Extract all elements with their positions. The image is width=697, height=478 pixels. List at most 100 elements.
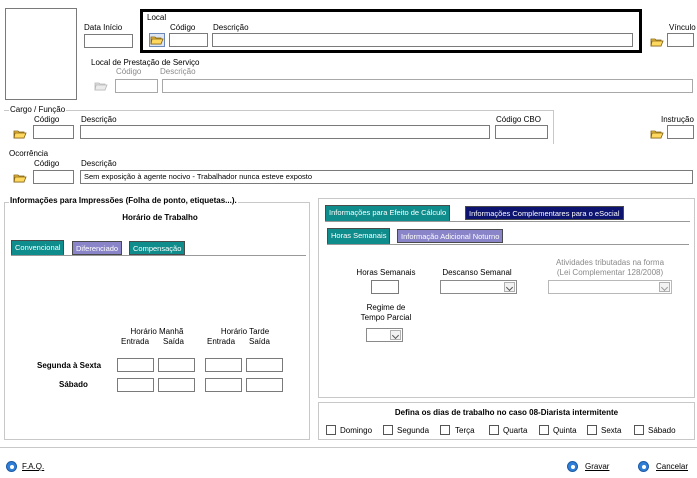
- cargo-cbo-input[interactable]: [495, 125, 548, 139]
- seg-manha-entrada-input[interactable]: [117, 358, 154, 372]
- ocorrencia-legend: Ocorrência: [9, 149, 49, 158]
- sab-manha-saida-input[interactable]: [158, 378, 195, 392]
- label-domingo: Domingo: [340, 426, 373, 435]
- atividades-label-1: Atividades tributadas na forma: [555, 258, 665, 267]
- manha-label: Horário Manhã: [130, 327, 184, 336]
- local-descricao-label: Descrição: [213, 23, 249, 32]
- data-inicio-input[interactable]: [84, 34, 133, 48]
- cargo-legend: Cargo / Função: [9, 105, 67, 115]
- vinculo-folder-icon[interactable]: [650, 36, 664, 48]
- regime-select[interactable]: [366, 328, 403, 342]
- atividades-label-2: (Lei Complementar 128/2008): [556, 268, 664, 277]
- label-sabado: Sábado: [648, 426, 676, 435]
- chevron-down-icon: [659, 282, 670, 292]
- cargo-descricao-label: Descrição: [81, 115, 117, 124]
- save-icon: [567, 461, 578, 472]
- checkbox-quinta[interactable]: [539, 425, 549, 435]
- label-quarta: Quarta: [503, 426, 528, 435]
- prestacao-descricao-input: [162, 79, 693, 93]
- tarde-saida-label: Saída: [249, 337, 270, 346]
- manha-saida-label: Saída: [163, 337, 184, 346]
- gravar-label: Gravar: [585, 462, 610, 471]
- vinculo-input[interactable]: [667, 33, 694, 47]
- cargo-codigo-input[interactable]: [33, 125, 74, 139]
- photo-box[interactable]: [5, 8, 77, 100]
- cargo-codigo-label: Código: [34, 115, 60, 124]
- tarde-label: Horário Tarde: [220, 327, 270, 336]
- local-folder-icon[interactable]: [149, 33, 165, 47]
- label-sexta: Sexta: [601, 426, 622, 435]
- cancelar-label: Cancelar: [656, 462, 689, 471]
- prestacao-codigo-input: [115, 79, 158, 93]
- tab-efeito-calculo[interactable]: Informações para Efeito de Cálculo: [325, 205, 451, 221]
- seg-tarde-entrada-input[interactable]: [205, 358, 242, 372]
- sab-tarde-saida-input[interactable]: [246, 378, 283, 392]
- cancelar-button[interactable]: Cancelar: [638, 460, 694, 474]
- prestacao-folder-icon: [94, 80, 108, 92]
- checkbox-segunda[interactable]: [383, 425, 393, 435]
- cancel-icon: [638, 461, 649, 472]
- impressoes-legend: Informações para Impressões (Folha de po…: [9, 196, 238, 206]
- ocorrencia-descricao-label: Descrição: [81, 159, 117, 168]
- checkbox-terca[interactable]: [440, 425, 450, 435]
- checkbox-quarta[interactable]: [489, 425, 499, 435]
- regime-label-2: Tempo Parcial: [360, 313, 412, 322]
- tab-underline: [11, 255, 306, 256]
- vinculo-label: Vínculo: [669, 23, 696, 32]
- footer-divider: [0, 447, 697, 448]
- tab-convencional[interactable]: Convencional: [11, 240, 65, 255]
- checkbox-sexta[interactable]: [587, 425, 597, 435]
- cargo-instrucao-label: Instrução: [661, 115, 694, 124]
- regime-label-1: Regime de: [366, 303, 406, 312]
- ocorrencia-codigo-label: Código: [34, 159, 60, 168]
- chevron-down-icon: [504, 282, 515, 292]
- chevron-down-icon: [390, 330, 401, 340]
- checkbox-domingo[interactable]: [326, 425, 336, 435]
- tab-horas-semanais[interactable]: Horas Semanais: [327, 228, 391, 244]
- checkbox-sabado[interactable]: [634, 425, 644, 435]
- horas-semanais-label: Horas Semanais: [356, 268, 416, 277]
- row-sabado-label: Sábado: [59, 380, 88, 389]
- prestacao-descricao-label: Descrição: [160, 67, 196, 76]
- ocorrencia-folder-icon[interactable]: [13, 172, 27, 184]
- manha-entrada-label: Entrada: [121, 337, 150, 346]
- impressoes-panel: [4, 202, 310, 440]
- faq-button[interactable]: F.A.Q.: [6, 460, 51, 474]
- local-descricao-input[interactable]: [212, 33, 633, 47]
- sab-manha-entrada-input[interactable]: [117, 378, 154, 392]
- data-inicio-label: Data Início: [84, 23, 123, 32]
- tab-complementares-esocial[interactable]: Informações Complementares para o eSocia…: [465, 206, 624, 220]
- local-legend: Local: [147, 13, 167, 22]
- help-icon: [6, 461, 17, 472]
- horario-title: Horário de Trabalho: [122, 213, 198, 222]
- local-codigo-input[interactable]: [169, 33, 208, 47]
- descanso-select[interactable]: [440, 280, 517, 294]
- instrucao-input[interactable]: [667, 125, 694, 139]
- ocorrencia-descricao-input[interactable]: Sem exposição à agente nocivo - Trabalha…: [80, 170, 693, 184]
- sub-tab-underline: [327, 244, 689, 245]
- tab-diferenciado[interactable]: Diferenciado: [72, 241, 123, 255]
- top-tab-underline: [325, 221, 690, 222]
- tab-compensacao[interactable]: Compensação: [129, 241, 186, 255]
- cargo-descricao-input[interactable]: [80, 125, 490, 139]
- cargo-cbo-label: Código CBO: [496, 115, 541, 124]
- tab-adicional-noturno[interactable]: Informação Adicional Noturno: [397, 229, 504, 243]
- tarde-entrada-label: Entrada: [207, 337, 236, 346]
- seg-manha-saida-input[interactable]: [158, 358, 195, 372]
- faq-label: F.A.Q.: [22, 462, 45, 471]
- gravar-button[interactable]: Gravar: [567, 460, 617, 474]
- horas-semanais-input[interactable]: [371, 280, 399, 294]
- local-codigo-label: Código: [170, 23, 196, 32]
- diarista-title: Defina os dias de trabalho no caso 08-Di…: [394, 408, 619, 417]
- label-terca: Terça: [455, 426, 475, 435]
- ocorrencia-codigo-input[interactable]: [33, 170, 74, 184]
- prestacao-codigo-label: Código: [116, 67, 142, 76]
- label-segunda: Segunda: [397, 426, 430, 435]
- row-segunda-sexta-label: Segunda à Sexta: [37, 361, 102, 370]
- atividades-select: [548, 280, 672, 294]
- seg-tarde-saida-input[interactable]: [246, 358, 283, 372]
- label-quinta: Quinta: [553, 426, 577, 435]
- cargo-folder-icon[interactable]: [13, 128, 27, 140]
- instrucao-folder-icon[interactable]: [650, 128, 664, 140]
- sab-tarde-entrada-input[interactable]: [205, 378, 242, 392]
